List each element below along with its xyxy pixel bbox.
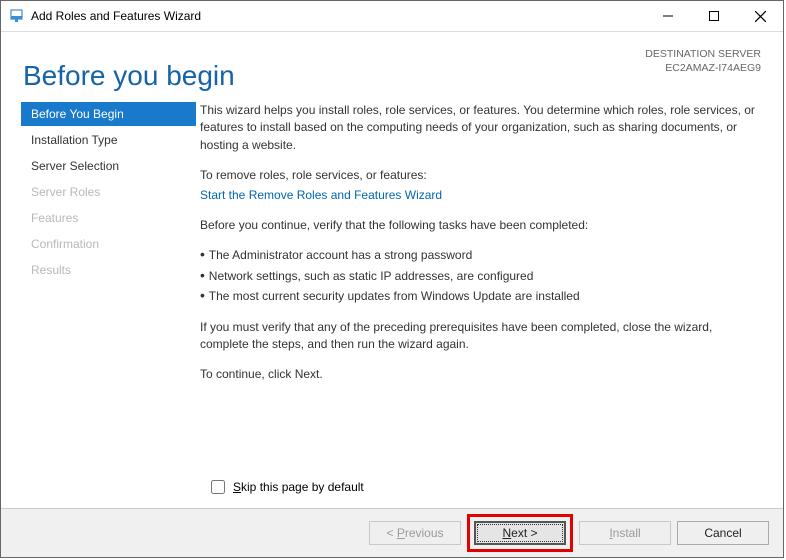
install-button: Install [579,521,671,545]
sidebar-item-before-you-begin[interactable]: Before You Begin [21,102,196,126]
sidebar-item-results: Results [1,258,196,282]
next-button-highlight: Next > [467,514,573,552]
window-title: Add Roles and Features Wizard [31,9,201,23]
destination-server-name: EC2AMAZ-I74AEG9 [645,62,761,76]
maximize-button[interactable] [691,1,737,31]
body: Before You Begin Installation Type Serve… [1,100,783,480]
page-title: Before you begin [23,60,645,92]
sidebar-item-features: Features [1,206,196,230]
prereq-bullets: The Administrator account has a strong p… [200,247,761,305]
next-button[interactable]: Next > [474,521,566,545]
sidebar-item-confirmation: Confirmation [1,232,196,256]
skip-page-label[interactable]: Skip this page by default [233,480,364,494]
minimize-button[interactable] [645,1,691,31]
sidebar-item-installation-type[interactable]: Installation Type [1,128,196,152]
cancel-button[interactable]: Cancel [677,521,769,545]
sidebar-item-server-selection[interactable]: Server Selection [1,154,196,178]
wizard-window: Add Roles and Features Wizard Before you… [0,0,784,558]
titlebar: Add Roles and Features Wizard [1,1,783,32]
prereq-bullet: Network settings, such as static IP addr… [200,268,761,285]
remove-label: To remove roles, role services, or featu… [200,167,761,184]
wizard-steps-sidebar: Before You Begin Installation Type Serve… [1,100,196,480]
skip-page-checkbox[interactable] [211,480,225,494]
sidebar-item-server-roles: Server Roles [1,180,196,204]
content-area: This wizard helps you install roles, rol… [196,100,783,480]
continue-text: To continue, click Next. [200,366,761,383]
remove-roles-link[interactable]: Start the Remove Roles and Features Wiza… [200,188,442,202]
header: Before you begin DESTINATION SERVER EC2A… [1,32,783,100]
footer: < Previous Next > Install Cancel [1,508,783,557]
previous-button: < Previous [369,521,461,545]
prereq-bullet: The most current security updates from W… [200,288,761,305]
skip-page-row: Skip this page by default [1,480,783,508]
must-verify-text: If you must verify that any of the prece… [200,319,761,354]
destination-server-label: DESTINATION SERVER [645,48,761,62]
intro-text: This wizard helps you install roles, rol… [200,102,761,154]
verify-label: Before you continue, verify that the fol… [200,217,761,234]
prereq-bullet: The Administrator account has a strong p… [200,247,761,264]
server-manager-icon [9,8,25,24]
destination-server-info: DESTINATION SERVER EC2AMAZ-I74AEG9 [645,48,761,75]
close-button[interactable] [737,1,783,31]
